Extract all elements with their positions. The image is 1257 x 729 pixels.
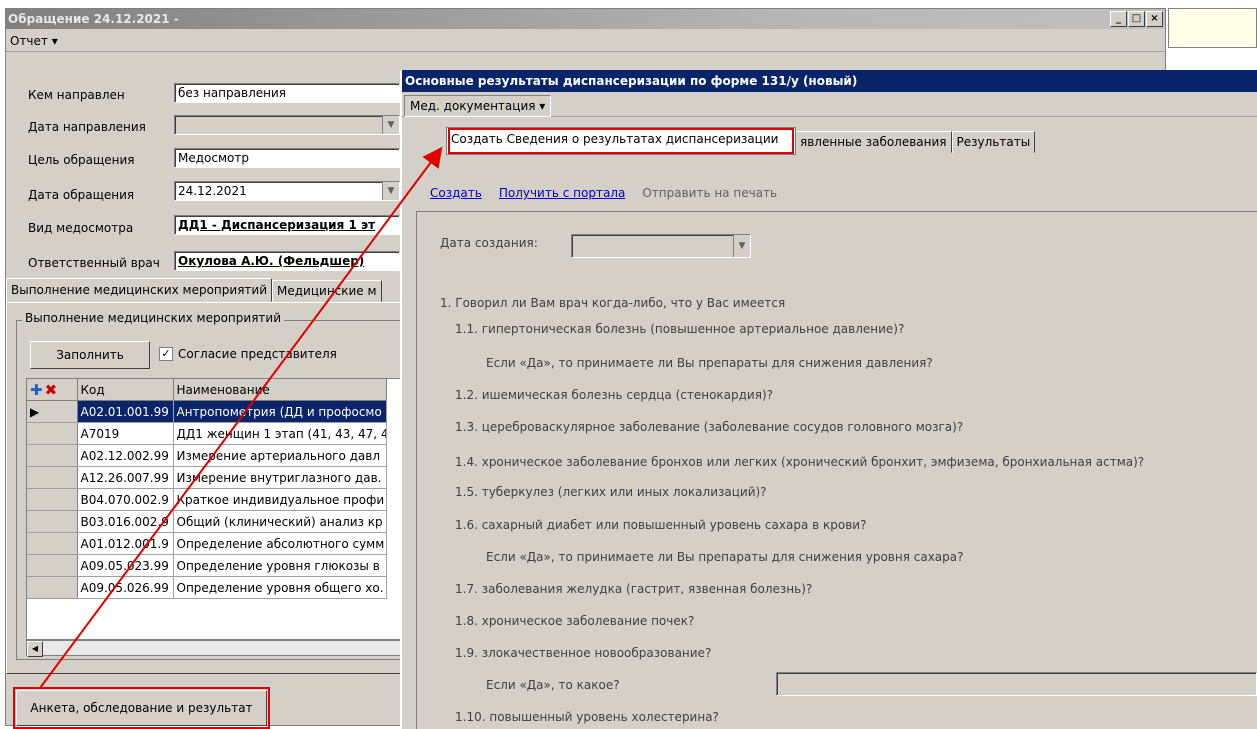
menu-med-documentation[interactable]: Мед. документация ▾ (404, 95, 552, 117)
main-window-title: Обращение 24.12.2021 - (6, 9, 1165, 29)
question-1-1: 1.1. гипертоническая болезнь (повышенное… (455, 322, 905, 336)
checkbox-icon[interactable]: ✓ (159, 347, 173, 361)
row-code[interactable]: A01.012.001.9 (77, 532, 174, 555)
table-row[interactable]: A02.12.002.99 Измерение артериального да… (27, 444, 387, 467)
question-1-2: 1.2. ишемическая болезнь сердца (стенока… (455, 388, 773, 402)
row-name[interactable]: Измерение артериального давл (173, 444, 387, 467)
row-name[interactable]: Антропометрия (ДД и профосмо (173, 400, 387, 423)
fill-button[interactable]: Заполнить (30, 341, 150, 369)
row-name[interactable]: Определение уровня глюкозы в (173, 554, 387, 577)
chevron-down-icon[interactable]: ▼ (382, 182, 399, 200)
column-header-code[interactable]: Код (77, 379, 174, 401)
create-link[interactable]: Создать (430, 186, 482, 200)
send-to-print-link: Отправить на печать (642, 186, 778, 200)
chevron-down-icon[interactable]: ▼ (733, 235, 750, 257)
dialog-menubar: Мед. документация ▾ (402, 94, 1257, 117)
row-name[interactable]: Измерение внутриглазного дав. (173, 466, 387, 489)
question-1-1-followup: Если «Да», то принимаете ли Вы препараты… (486, 356, 933, 370)
grid-toolbar: ✚ ✖ (27, 379, 78, 401)
question-1-10: 1.10. повышенный уровень холестерина? (455, 710, 719, 724)
menu-report[interactable]: Отчет ▾ (10, 34, 58, 48)
dialog-tabs: явленные заболевания Результаты (795, 131, 1036, 153)
row-code[interactable]: A09.05.023.99 (77, 554, 174, 577)
question-1-5: 1.5. туберкулез (легких или иных локализ… (455, 485, 767, 499)
question-1-6: 1.6. сахарный диабет или повышенный уров… (455, 518, 867, 532)
visit-date-field[interactable]: 24.12.2021 ▼ (174, 181, 400, 201)
row-pointer-icon: ▶ (27, 400, 78, 423)
row-code[interactable]: A12.26.007.99 (77, 466, 174, 489)
row-name[interactable]: Общий (клинический) анализ кр (173, 510, 387, 533)
question-1-3: 1.3. цереброваскулярное заболевание (заб… (455, 420, 964, 434)
tab-results[interactable]: Результаты (951, 131, 1036, 153)
neoplasm-type-field[interactable] (776, 672, 1257, 696)
referral-date-label: Дата направления (28, 120, 146, 134)
row-code[interactable]: B04.070.002.9 (77, 488, 174, 511)
row-code[interactable]: B03.016.002.9 (77, 510, 174, 533)
row-code[interactable]: A02.01.001.99 (77, 400, 174, 423)
question-1-4: 1.4. хроническое заболевание бронхов или… (455, 455, 1145, 469)
table-row[interactable]: A12.26.007.99 Измерение внутриглазного д… (27, 466, 387, 489)
visit-purpose-field[interactable]: Медосмотр (174, 148, 400, 168)
tab-detected-diseases[interactable]: явленные заболевания (795, 131, 952, 153)
table-row[interactable]: A09.05.023.99 Определение уровня глюкозы… (27, 554, 387, 577)
referred-by-label: Кем направлен (28, 88, 125, 102)
tab-medical-activities[interactable]: Выполнение медицинских мероприятий (6, 278, 273, 302)
delete-icon[interactable]: ✖ (45, 381, 58, 399)
row-name[interactable]: Определение уровня общего хо. (173, 576, 387, 599)
consent-label: Согласие представителя (178, 347, 337, 361)
row-code[interactable]: A02.12.002.99 (77, 444, 174, 467)
question-1-7: 1.7. заболевания желудка (гастрит, язвен… (455, 582, 813, 596)
dialog-actions: Создать Получить с портала Отправить на … (430, 186, 777, 200)
chevron-down-icon[interactable]: ▼ (382, 116, 399, 134)
question-1-9: 1.9. злокачественное новообразование? (455, 646, 712, 660)
main-tabs: Выполнение медицинских мероприятий Медиц… (6, 278, 382, 302)
row-name[interactable]: Определение абсолютного сумм (173, 532, 387, 555)
row-name[interactable]: ДД1 женщин 1 этап (41, 43, 47, 4 (173, 422, 387, 445)
activities-grid: ✚ ✖ Код Наименование ▶ A02.01.001.99 Антр… (26, 378, 406, 640)
exam-type-field[interactable]: ДД1 - Диспансеризация 1 эт (174, 215, 400, 235)
visit-purpose-label: Цель обращения (28, 153, 135, 167)
creation-date-label: Дата создания: (440, 236, 538, 250)
side-frame (1168, 8, 1257, 48)
responsible-doctor-field[interactable]: Окулова А.Ю. (Фельдшер) (174, 251, 400, 271)
question-1-6-followup: Если «Да», то принимаете ли Вы препараты… (486, 550, 964, 564)
close-icon[interactable]: × (1146, 11, 1163, 27)
question-1: 1. Говорил ли Вам врач когда-либо, что у… (440, 296, 786, 310)
table-row[interactable]: B03.016.002.9 Общий (клинический) анализ… (27, 510, 387, 533)
tab-medical-m[interactable]: Медицинские м (272, 280, 382, 302)
table-row[interactable]: ▶ A02.01.001.99 Антропометрия (ДД и проф… (27, 400, 387, 423)
responsible-doctor-label: Ответственный врач (28, 256, 160, 270)
table-row[interactable]: A7019 ДД1 женщин 1 этап (41, 43, 47, 4 (27, 422, 387, 445)
row-name[interactable]: Краткое индивидуальное профи (173, 488, 387, 511)
referral-date-field[interactable]: ▼ (174, 115, 400, 135)
minimize-icon[interactable]: _ (1110, 11, 1127, 27)
create-results-menu-item[interactable]: Создать Сведения о результатах диспансер… (446, 127, 796, 155)
referred-by-field[interactable]: без направления (174, 83, 400, 103)
dialog-title: Основные результаты диспансеризации по ф… (402, 70, 1257, 92)
consent-checkbox[interactable]: ✓ Согласие представителя (159, 347, 337, 361)
get-from-portal-link[interactable]: Получить с портала (499, 186, 626, 200)
visit-date-label: Дата обращения (28, 188, 135, 202)
main-menubar: Отчет ▾ (6, 31, 1165, 52)
row-code[interactable]: A7019 (77, 422, 174, 445)
table-row[interactable]: A01.012.001.9 Определение абсолютного су… (27, 532, 387, 555)
creation-date-field[interactable]: ▼ (571, 234, 751, 258)
maximize-icon[interactable]: □ (1128, 11, 1145, 27)
column-header-name[interactable]: Наименование (173, 379, 387, 401)
exam-type-label: Вид медосмотра (28, 221, 134, 235)
horizontal-scrollbar[interactable]: ◀ (26, 640, 406, 657)
add-icon[interactable]: ✚ (30, 381, 43, 399)
table-row[interactable]: A09.05.026.99 Определение уровня общего … (27, 576, 387, 599)
question-1-8: 1.8. хроническое заболевание почек? (455, 614, 695, 628)
table-row[interactable]: B04.070.002.9 Краткое индивидуальное про… (27, 488, 387, 511)
question-1-9-followup: Если «Да», то какое? (486, 678, 620, 692)
window-controls: _ □ × (1110, 11, 1163, 27)
row-code[interactable]: A09.05.026.99 (77, 576, 174, 599)
scroll-left-icon[interactable]: ◀ (27, 641, 43, 657)
activities-group-title: Выполнение медицинских мероприятий (22, 311, 285, 325)
questionnaire-button[interactable]: Анкета, обследование и результат (16, 690, 267, 726)
